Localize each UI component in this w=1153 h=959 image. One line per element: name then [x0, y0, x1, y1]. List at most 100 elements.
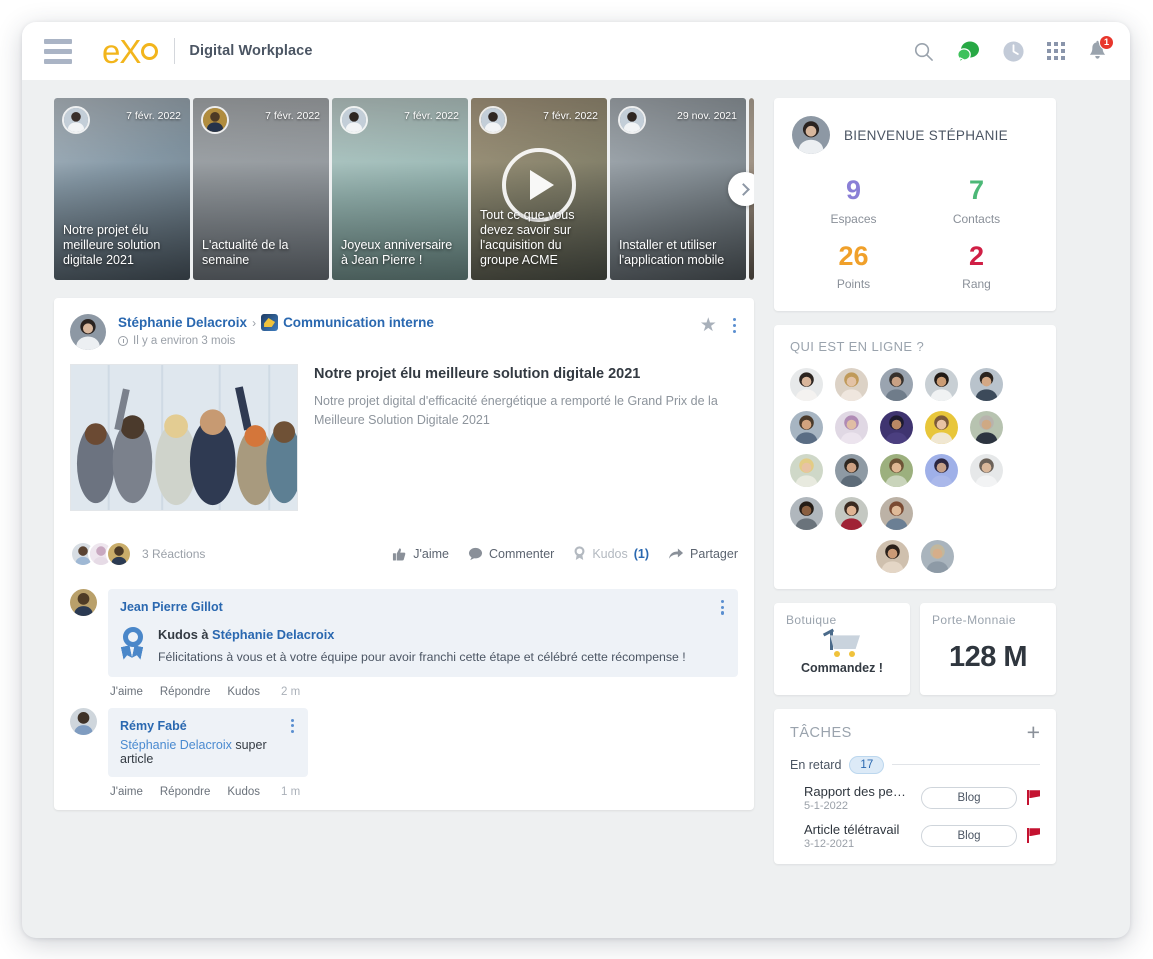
post-space[interactable]: Communication interne — [283, 315, 434, 330]
comment-like-action[interactable]: J'aime — [110, 786, 143, 798]
avatar — [62, 106, 90, 134]
post-text: Notre projet élu meilleure solution digi… — [314, 364, 738, 511]
news-date: 7 févr. 2022 — [265, 110, 320, 122]
task-row[interactable]: Rapport des pe… 5-1-2022 Blog — [790, 784, 1041, 812]
kudos-action[interactable]: Kudos (1) — [573, 546, 649, 562]
comment-mention[interactable]: Stéphanie Delacroix — [120, 738, 232, 752]
post-separator: › — [252, 315, 257, 330]
kebab-menu-icon[interactable] — [289, 717, 296, 736]
news-card[interactable]: 7 févr. 2022 Joyeux anniversaire à Jean … — [332, 98, 468, 280]
comment-reply-action[interactable]: Répondre — [160, 686, 211, 698]
avatar[interactable] — [835, 454, 868, 488]
post-description: Notre projet digital d'efficacité énergé… — [314, 394, 718, 427]
avatar[interactable] — [925, 368, 958, 402]
left-column: 7 févr. 2022 Notre projet élu meilleure … — [54, 98, 754, 878]
avatar[interactable] — [876, 540, 909, 574]
avatar[interactable] — [925, 411, 958, 445]
post-author[interactable]: Stéphanie Delacroix — [118, 315, 247, 330]
avatar[interactable] — [880, 497, 913, 531]
avatar[interactable] — [70, 589, 97, 616]
avatar[interactable] — [790, 411, 823, 445]
avatar — [340, 106, 368, 134]
add-task-button[interactable]: + — [1027, 721, 1040, 744]
red-flag-icon[interactable] — [1027, 828, 1041, 844]
stat-rang[interactable]: 2 Rang — [915, 241, 1038, 291]
post-image[interactable] — [70, 364, 298, 511]
avatar[interactable] — [970, 411, 1003, 445]
wallet-card[interactable]: Porte-Monnaie 128 M — [920, 603, 1056, 696]
chat-icon[interactable] — [956, 40, 980, 63]
comment-reply-action[interactable]: Répondre — [160, 786, 211, 798]
post-time: Il y a environ 3 mois — [133, 335, 236, 347]
hamburger-menu-icon[interactable] — [42, 35, 74, 68]
avatar[interactable] — [835, 368, 868, 402]
boutique-cta[interactable]: Commandez ! — [786, 661, 898, 675]
news-card[interactable]: 7 févr. 2022 L'actualité de la semaine — [193, 98, 329, 280]
avatar[interactable] — [790, 497, 823, 531]
avatar[interactable] — [970, 368, 1003, 402]
notifications-bell-icon[interactable]: 1 — [1087, 35, 1114, 62]
stat-value: 9 — [845, 175, 862, 205]
avatar[interactable] — [106, 541, 132, 567]
avatar[interactable] — [880, 411, 913, 445]
comment-time: 2 m — [281, 685, 301, 698]
star-icon[interactable]: ★ — [700, 316, 717, 335]
task-row[interactable]: Article télétravail 3-12-2021 Blog — [790, 822, 1041, 850]
activity-post: Stéphanie Delacroix › Communication inte… — [54, 298, 754, 811]
task-tag[interactable]: Blog — [921, 786, 1017, 809]
avatar[interactable] — [70, 314, 106, 350]
task-tag[interactable]: Blog — [921, 824, 1017, 847]
kudos-medal-icon — [120, 626, 146, 661]
stat-contacts[interactable]: 7 Contacts — [915, 175, 1038, 226]
comment-kudos-action[interactable]: Kudos — [227, 786, 260, 798]
clock-icon[interactable] — [1002, 40, 1025, 63]
avatar[interactable] — [835, 411, 868, 445]
news-title: Joyeux anniversaire à Jean Pierre ! — [341, 238, 453, 267]
task-date: 3-12-2021 — [804, 837, 855, 850]
stat-points[interactable]: 26 Points — [792, 240, 915, 292]
stat-espaces[interactable]: 9 Espaces — [792, 175, 915, 225]
avatar[interactable] — [921, 540, 954, 574]
avatar[interactable] — [835, 497, 868, 531]
like-action[interactable]: J'aime — [392, 547, 449, 562]
carousel-next-button[interactable] — [728, 172, 754, 206]
share-action[interactable]: Partager — [668, 547, 738, 561]
comment-action[interactable]: Commenter — [468, 547, 554, 561]
boutique-card[interactable]: Botuique Commandez ! — [774, 603, 910, 696]
stat-value: 7 — [968, 175, 985, 205]
news-date: 7 févr. 2022 — [126, 110, 181, 122]
search-icon[interactable] — [913, 41, 934, 62]
kudos-medal-icon — [574, 546, 585, 561]
avatar[interactable] — [880, 368, 913, 402]
avatar[interactable] — [880, 454, 913, 488]
news-card[interactable]: 29 nov. 2021 Installer et utiliser l'app… — [610, 98, 746, 280]
thumbs-up-icon — [393, 547, 406, 560]
comment-kudos-action[interactable]: Kudos — [227, 686, 260, 698]
news-card[interactable]: 7 févr. 2022 Notre projet élu meilleure … — [54, 98, 190, 280]
avatar[interactable] — [70, 707, 97, 735]
avatar[interactable] — [792, 116, 830, 154]
news-card-video[interactable]: 7 févr. 2022 Tout ce que vous devez savo… — [471, 98, 607, 280]
avatar[interactable] — [925, 454, 958, 488]
comment-like-action[interactable]: J'aime — [110, 686, 143, 698]
comment-author[interactable]: Jean Pierre Gillot — [120, 600, 223, 614]
comment-author[interactable]: Rémy Fabé — [120, 719, 187, 733]
stat-value: 26 — [838, 240, 869, 271]
stat-label: Points — [836, 277, 871, 292]
news-title: Tout ce que vous devez savoir sur l'acqu… — [480, 208, 575, 267]
avatar[interactable] — [970, 454, 1003, 488]
shopping-cart-icon — [786, 628, 898, 658]
post-title[interactable]: Notre projet élu meilleure solution digi… — [314, 366, 738, 382]
news-title: Notre projet élu meilleure solution digi… — [63, 223, 161, 267]
apps-grid-icon[interactable] — [1047, 42, 1065, 60]
top-bar-actions: 1 — [913, 35, 1114, 63]
kebab-menu-icon[interactable] — [719, 598, 726, 617]
red-flag-icon[interactable] — [1027, 790, 1041, 806]
kebab-menu-icon[interactable] — [731, 316, 738, 335]
logo-divider — [174, 38, 176, 64]
exo-logo[interactable]: eX — [102, 35, 159, 68]
kudos-target[interactable]: Stéphanie Delacroix — [212, 627, 334, 642]
avatar[interactable] — [790, 454, 823, 488]
avatar[interactable] — [790, 368, 823, 402]
stat-label: Contacts — [952, 211, 1001, 226]
